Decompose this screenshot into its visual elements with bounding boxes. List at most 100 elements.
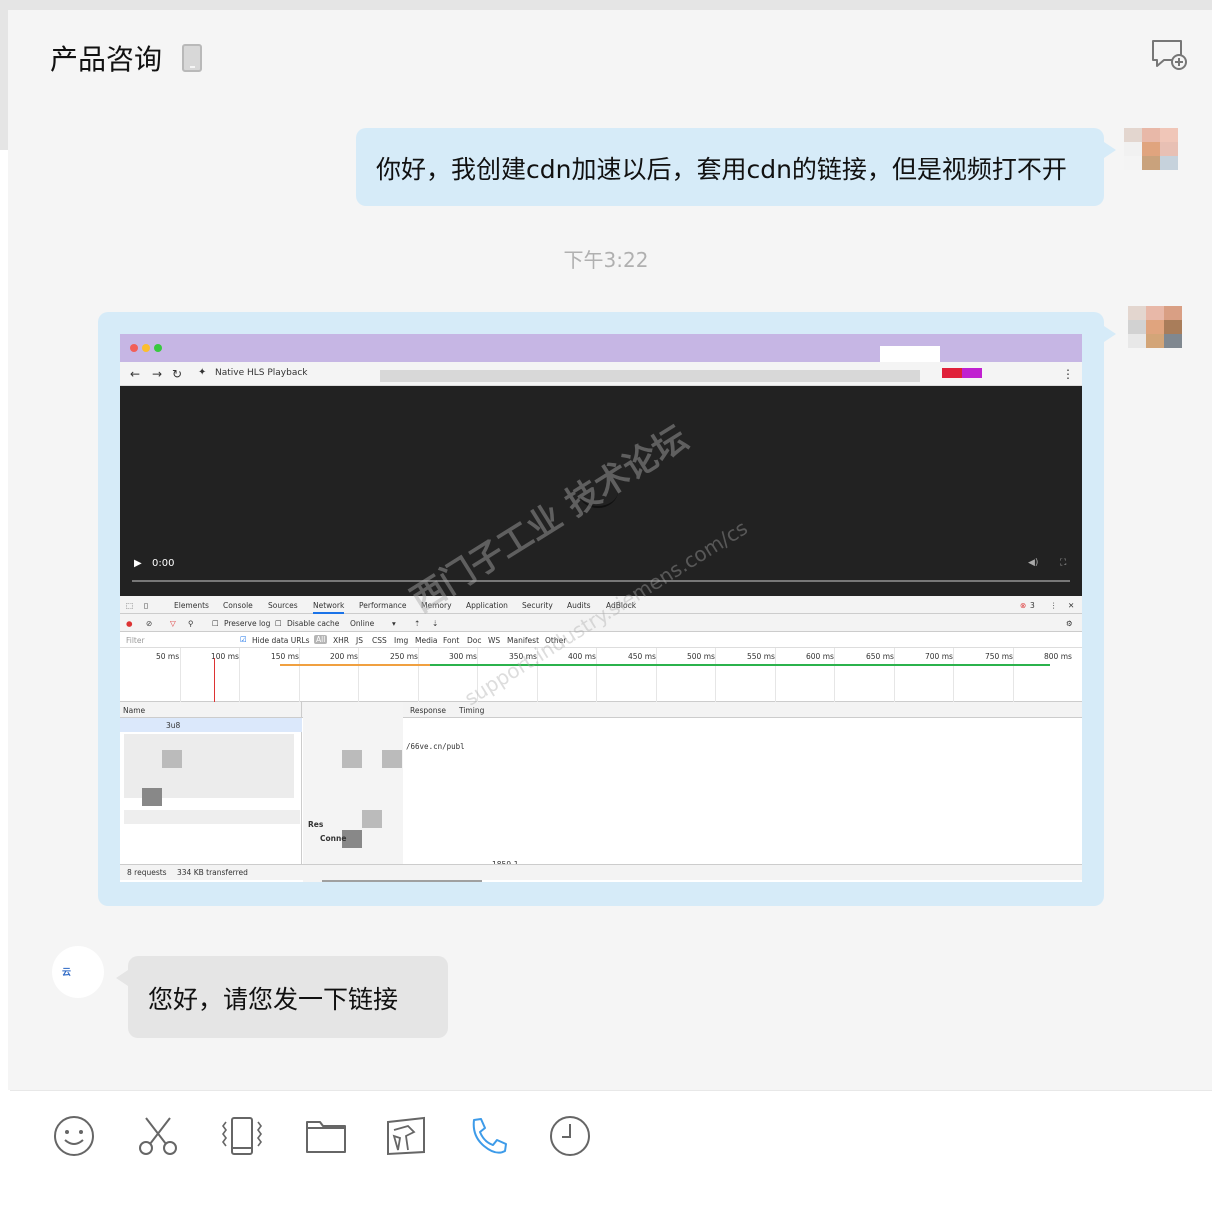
- timeline-tick: 700 ms: [925, 652, 953, 661]
- timeline-gridline: [715, 648, 716, 702]
- their-message-bubble[interactable]: 您好，请您发一下链接: [116, 956, 448, 1038]
- shake-icon[interactable]: [220, 1114, 264, 1158]
- clear-icon[interactable]: ⊘: [146, 619, 152, 628]
- devtools-close-icon[interactable]: ✕: [1068, 601, 1074, 610]
- response-headers-section[interactable]: Res: [308, 820, 323, 829]
- request-row-selected[interactable]: [120, 718, 302, 732]
- tab-security[interactable]: Security: [522, 601, 553, 610]
- window-left-border: [0, 10, 8, 150]
- redacted-block: [942, 368, 962, 378]
- tab-response[interactable]: Response: [410, 706, 446, 715]
- record-icon[interactable]: ●: [126, 619, 133, 628]
- filter-type-all[interactable]: All: [314, 635, 328, 644]
- emoji-icon[interactable]: [52, 1114, 96, 1158]
- disable-cache-checkbox[interactable]: ☐: [275, 619, 282, 628]
- filter-type-font[interactable]: Font: [443, 636, 459, 645]
- filter-type-js[interactable]: JS: [356, 636, 363, 645]
- extension-icon: ✦: [198, 367, 207, 378]
- timeline-gridline: [299, 648, 300, 702]
- tab-network[interactable]: Network: [313, 601, 345, 614]
- timeline-gridline: [418, 648, 419, 702]
- redacted-block: [303, 702, 403, 882]
- filter-type-xhr[interactable]: XHR: [333, 636, 349, 645]
- redacted-block: [124, 810, 300, 824]
- throttle-select[interactable]: Online: [350, 619, 374, 628]
- error-icon: ⊗: [1020, 601, 1027, 610]
- tab-audits[interactable]: Audits: [567, 601, 591, 610]
- hide-data-urls-label: Hide data URLs: [252, 636, 310, 645]
- window-top-border: [0, 0, 1212, 10]
- my-avatar[interactable]: [1124, 128, 1182, 172]
- load-marker: [214, 658, 215, 702]
- minimize-dot-icon: [142, 344, 150, 352]
- screenshot-icon[interactable]: [384, 1114, 428, 1158]
- timeline-gridline: [1013, 648, 1014, 702]
- chevron-down-icon[interactable]: ▾: [392, 619, 396, 628]
- message-input-area[interactable]: [0, 1091, 1212, 1210]
- phone-icon: [182, 44, 202, 72]
- request-name[interactable]: 3u8: [166, 721, 180, 730]
- fullscreen-icon[interactable]: ⛶: [1060, 558, 1066, 568]
- filter-input[interactable]: Filter: [126, 636, 145, 645]
- tab-application[interactable]: Application: [466, 601, 508, 610]
- volume-icon[interactable]: ◀): [1028, 558, 1038, 568]
- maximize-dot-icon: [154, 344, 162, 352]
- new-chat-icon[interactable]: [1150, 38, 1188, 72]
- export-icon[interactable]: ⇣: [432, 619, 438, 628]
- redacted-block: [380, 370, 920, 382]
- video-progress[interactable]: [132, 580, 1070, 582]
- filter-type-img[interactable]: Img: [394, 636, 408, 645]
- timeline-gridline: [953, 648, 954, 702]
- requests-panel: Name × w Response Timing 3u8 /66ve.cn/pu…: [120, 702, 1082, 882]
- devtools-menu-icon[interactable]: ⋮: [1050, 601, 1058, 610]
- filter-icon[interactable]: ▽: [170, 619, 176, 628]
- history-icon[interactable]: [548, 1114, 592, 1158]
- network-filter-bar: Filter ☑ Hide data URLs All XHR JS CSS I…: [120, 632, 1082, 648]
- request-url: /66ve.cn/publ: [406, 742, 465, 751]
- phone-call-icon[interactable]: [466, 1114, 510, 1158]
- scissors-icon[interactable]: [136, 1114, 180, 1158]
- import-icon[interactable]: ⇡: [414, 619, 420, 628]
- redacted-block: [962, 368, 982, 378]
- menu-kebab-icon[interactable]: ⋮: [1062, 367, 1074, 381]
- error-count: 3: [1030, 601, 1035, 610]
- filter-type-media[interactable]: Media: [415, 636, 438, 645]
- play-icon[interactable]: ▶: [134, 558, 142, 569]
- tab-console[interactable]: Console: [223, 601, 253, 610]
- filter-type-css[interactable]: CSS: [372, 636, 387, 645]
- device-toggle-icon[interactable]: ▯: [144, 601, 148, 610]
- support-avatar[interactable]: 云: [52, 946, 104, 998]
- tab-elements[interactable]: Elements: [174, 601, 209, 610]
- folder-icon[interactable]: [304, 1114, 348, 1158]
- preserve-log-checkbox[interactable]: ☐: [212, 619, 219, 628]
- reload-icon[interactable]: ↻: [172, 367, 182, 381]
- settings-gear-icon[interactable]: ⚙: [1066, 619, 1073, 628]
- tab-performance[interactable]: Performance: [359, 601, 407, 610]
- connection-header-label: Conne: [320, 834, 347, 843]
- redacted-block: [880, 346, 940, 362]
- message-text: 您好，请您发一下链接: [148, 985, 399, 1014]
- tab-sources[interactable]: Sources: [268, 601, 298, 610]
- timeline-tick: 750 ms: [985, 652, 1013, 661]
- transferred-size: 334 KB transferred: [177, 868, 248, 877]
- my-avatar[interactable]: [1128, 306, 1186, 350]
- browser-tab-bar: [120, 334, 1082, 362]
- tab-title: Native HLS Playback: [215, 368, 308, 378]
- redacted-block: [162, 750, 182, 768]
- timeline-gridline: [596, 648, 597, 702]
- my-message-bubble[interactable]: 你好，我创建cdn加速以后，套用cdn的链接，但是视频打不开: [356, 128, 1116, 206]
- timeline-tick: 200 ms: [330, 652, 358, 661]
- timeline-bar: [280, 664, 430, 666]
- redacted-block: [382, 750, 402, 768]
- search-icon[interactable]: ⚲: [188, 619, 194, 628]
- filter-type-ws[interactable]: WS: [488, 636, 500, 645]
- forward-arrow-icon[interactable]: →: [152, 367, 162, 381]
- inspect-icon[interactable]: ⬚: [126, 601, 133, 610]
- disable-cache-label: Disable cache: [287, 619, 340, 628]
- hide-data-urls-checkbox[interactable]: ☑: [240, 635, 247, 644]
- filter-type-doc[interactable]: Doc: [467, 636, 482, 645]
- chat-title: 产品咨询: [50, 43, 163, 76]
- back-arrow-icon[interactable]: ←: [130, 367, 140, 381]
- timeline-gridline: [894, 648, 895, 702]
- request-list: 3u8: [120, 702, 302, 867]
